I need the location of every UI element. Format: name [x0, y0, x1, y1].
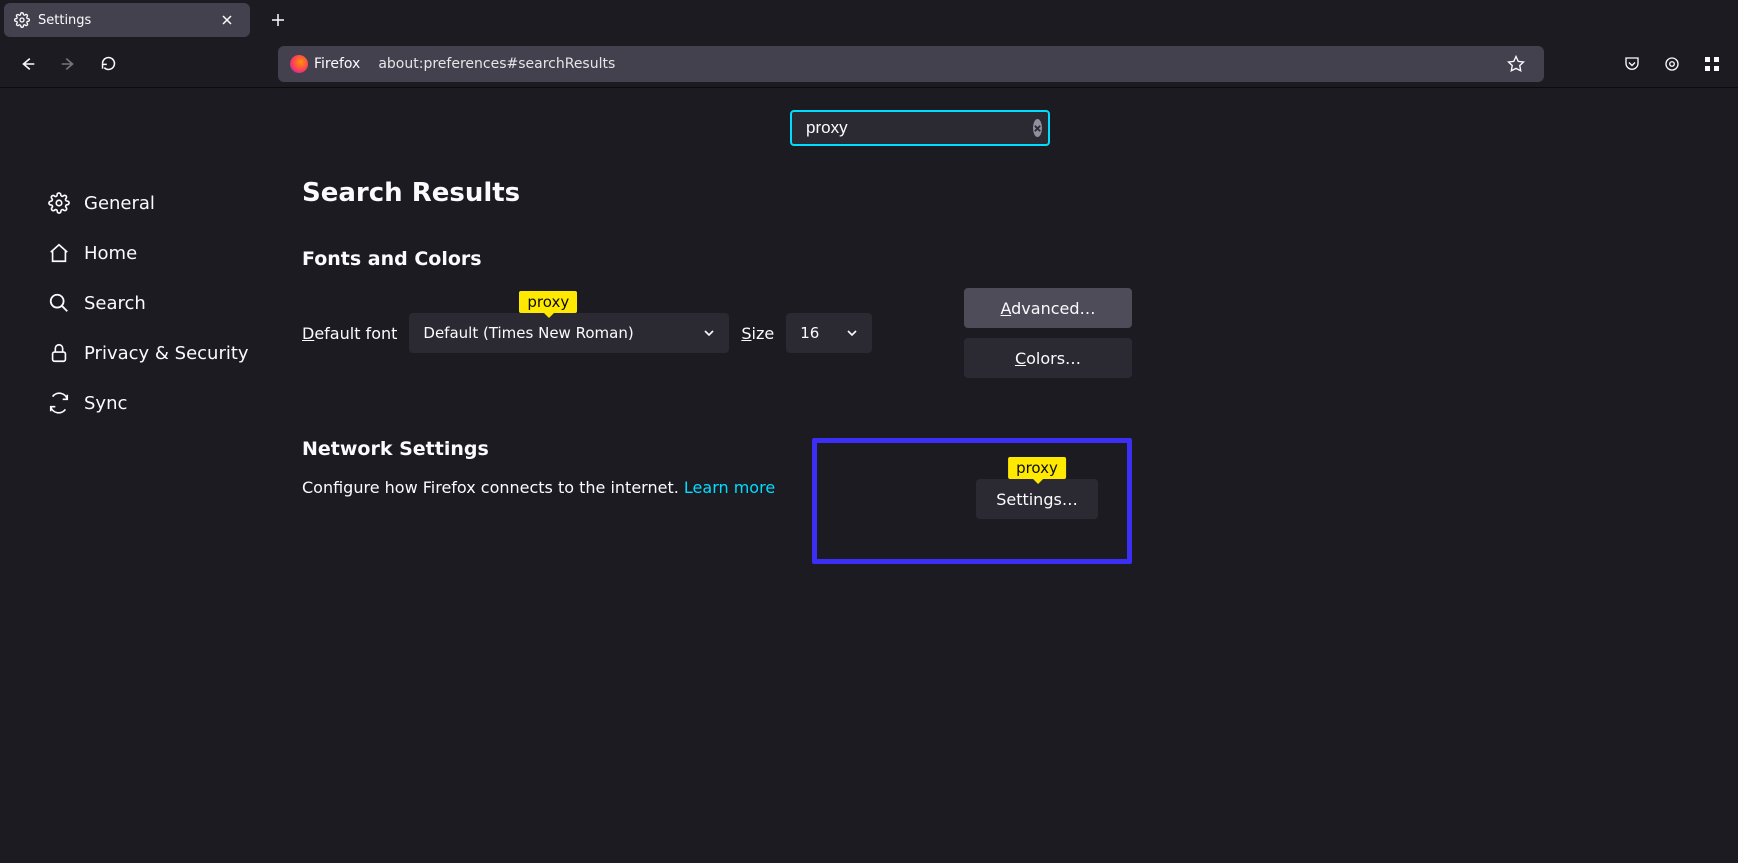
fonts-row: Default font proxy Default (Times New Ro… [302, 288, 1132, 378]
sidebar-item-general[interactable]: General [48, 178, 270, 228]
new-tab-button[interactable] [262, 4, 294, 36]
close-icon [221, 14, 233, 26]
chevron-down-icon [846, 327, 858, 339]
advanced-fonts-button[interactable]: Advanced… [964, 288, 1132, 328]
tab-bar: Settings [0, 0, 1738, 40]
identity-label: Firefox [314, 56, 360, 72]
shield-button[interactable] [1654, 46, 1690, 82]
tab-title: Settings [38, 13, 222, 28]
default-font-label: Default font [302, 324, 397, 343]
chevron-down-icon [703, 327, 715, 339]
sidebar-item-label: Search [84, 293, 146, 314]
extensions-button[interactable] [1694, 46, 1730, 82]
highlight-box: proxy Settings… [812, 438, 1132, 564]
size-value: 16 [800, 324, 819, 342]
network-section: Network Settings Configure how Firefox c… [302, 438, 1132, 564]
tab-settings[interactable]: Settings [4, 3, 250, 37]
sidebar-item-search[interactable]: Search [48, 278, 270, 328]
page-title: Search Results [302, 178, 1738, 208]
arrow-right-icon [59, 55, 77, 73]
toolbar-right [1614, 46, 1730, 82]
gear-icon [48, 192, 70, 214]
search-input-wrapper[interactable] [790, 110, 1050, 146]
size-label: Size [741, 324, 774, 343]
sidebar-item-sync[interactable]: Sync [48, 378, 270, 428]
grid-icon [1704, 56, 1720, 72]
bookmark-button[interactable] [1498, 46, 1534, 82]
url-text: about:preferences#searchResults [378, 56, 1496, 72]
plus-icon [271, 13, 285, 27]
font-size-select[interactable]: 16 [786, 313, 872, 353]
toolbar: Firefox about:preferences#searchResults [0, 40, 1738, 88]
network-settings-button[interactable]: proxy Settings… [976, 479, 1098, 519]
sidebar-item-label: Home [84, 243, 137, 264]
back-button[interactable] [10, 46, 46, 82]
content: Search Results Fonts and Colors Default … [270, 88, 1738, 863]
search-match-tag: proxy [519, 291, 577, 313]
settings-button-label: Settings… [996, 490, 1078, 509]
reload-button[interactable] [90, 46, 126, 82]
reload-icon [100, 55, 117, 72]
forward-button[interactable] [50, 46, 86, 82]
pocket-icon [1623, 55, 1641, 73]
search-input[interactable] [800, 118, 1033, 138]
network-desc: Configure how Firefox connects to the in… [302, 478, 775, 497]
network-row: Configure how Firefox connects to the in… [302, 478, 1132, 564]
sidebar-item-label: General [84, 193, 155, 214]
colors-button[interactable]: Colors… [964, 338, 1132, 378]
shield-icon [1663, 55, 1681, 73]
clear-search-button[interactable] [1033, 119, 1042, 137]
tab-close-button[interactable] [222, 11, 240, 29]
url-bar[interactable]: Firefox about:preferences#searchResults [278, 46, 1544, 82]
font-value: Default (Times New Roman) [423, 324, 633, 342]
settings-search [790, 110, 1050, 146]
firefox-icon [290, 55, 308, 73]
url-identity[interactable]: Firefox [286, 53, 370, 75]
default-font-select[interactable]: proxy Default (Times New Roman) [409, 313, 729, 353]
fonts-section: Fonts and Colors Default font proxy Defa… [302, 248, 1132, 378]
close-icon [1033, 124, 1042, 133]
learn-more-link[interactable]: Learn more [684, 478, 775, 497]
lock-icon [48, 342, 70, 364]
sidebar: General Home Search Privacy & Security S… [0, 88, 270, 863]
search-icon [48, 292, 70, 314]
sidebar-item-home[interactable]: Home [48, 228, 270, 278]
sidebar-item-privacy[interactable]: Privacy & Security [48, 328, 270, 378]
gear-icon [14, 12, 30, 28]
search-match-tag: proxy [1008, 457, 1066, 479]
home-icon [48, 242, 70, 264]
sidebar-item-label: Privacy & Security [84, 343, 249, 364]
sync-icon [48, 392, 70, 414]
arrow-left-icon [19, 55, 37, 73]
pocket-button[interactable] [1614, 46, 1650, 82]
star-icon [1507, 55, 1525, 73]
sidebar-item-label: Sync [84, 393, 127, 414]
fonts-buttons: Advanced… Colors… [964, 288, 1132, 378]
settings-page: General Home Search Privacy & Security S… [0, 88, 1738, 863]
fonts-title: Fonts and Colors [302, 248, 1132, 270]
